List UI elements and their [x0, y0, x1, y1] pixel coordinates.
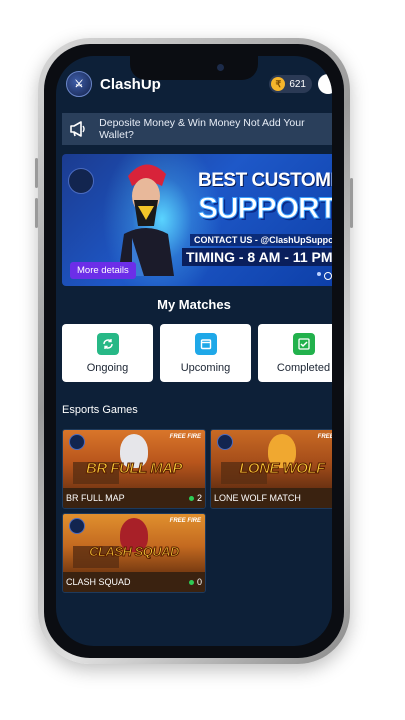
- tab-upcoming[interactable]: Upcoming: [160, 324, 251, 382]
- game-logo: [69, 518, 85, 534]
- my-matches-title: My Matches: [157, 297, 231, 312]
- game-art: FREE FIRE BR FULL MAP: [63, 430, 205, 488]
- free-fire-logo: FREE FIRE: [169, 434, 201, 440]
- banner-timing: TIMING - 8 AM - 11 PM: [182, 248, 332, 266]
- player-count: 0: [188, 577, 202, 587]
- online-dot-icon: [188, 495, 194, 501]
- banner-subheadline: SUPPORT: [197, 192, 332, 226]
- tab-completed[interactable]: Completed: [258, 324, 332, 382]
- phone-frame: ⚔ ClashUp ₹ 621 Deposite Money & Win Mon…: [35, 38, 353, 664]
- tab-label: Upcoming: [180, 361, 231, 374]
- game-name: CLASH SQUAD: [66, 577, 131, 587]
- game-footer: BR FULL MAP 2: [63, 488, 205, 508]
- game-art-title: CLASH SQUAD: [89, 544, 180, 560]
- game-footer: LONE WOLF MATCH: [211, 488, 332, 508]
- game-card-clash-squad[interactable]: FREE FIRE CLASH SQUAD CLASH SQUAD 0: [62, 513, 206, 593]
- more-details-button[interactable]: More details: [70, 262, 136, 279]
- count-value: 0: [196, 577, 202, 587]
- calendar-icon: [194, 332, 217, 355]
- app-logo[interactable]: ⚔: [66, 71, 92, 97]
- carousel-dot-active[interactable]: [324, 272, 332, 280]
- game-name: BR FULL MAP: [66, 493, 125, 503]
- free-fire-logo: FREE FIRE: [317, 434, 332, 440]
- app-screen: ⚔ ClashUp ₹ 621 Deposite Money & Win Mon…: [56, 56, 332, 646]
- game-logo: [69, 434, 85, 450]
- check-icon: [292, 332, 315, 355]
- esports-title: Esports Games: [62, 404, 138, 416]
- player-count: 2: [188, 493, 202, 503]
- game-name: LONE WOLF MATCH: [214, 493, 301, 503]
- volume-up-button: [35, 158, 38, 188]
- game-logo: [217, 434, 233, 450]
- notice-text: Deposite Money & Win Money Not Add Your …: [99, 117, 305, 141]
- banner-contact: CONTACT US - @ClashUpSupport: [190, 234, 332, 246]
- megaphone-icon: [68, 119, 87, 139]
- camera-icon: [217, 64, 224, 71]
- power-button: [350, 178, 353, 228]
- phone-bezel: ⚔ ClashUp ₹ 621 Deposite Money & Win Mon…: [44, 44, 344, 658]
- volume-down-button: [35, 198, 38, 228]
- match-tabs: Ongoing Upcoming Completed: [62, 324, 332, 382]
- game-card-lone-wolf[interactable]: FREE FIRE LONE WOLF LONE WOLF MATCH: [210, 429, 332, 509]
- refresh-icon: [96, 332, 119, 355]
- carousel-dot[interactable]: [317, 272, 321, 276]
- tab-ongoing[interactable]: Ongoing: [62, 324, 153, 382]
- banner-headline: BEST CUSTOMER: [198, 170, 332, 191]
- avatar[interactable]: [318, 74, 332, 94]
- carousel-indicator[interactable]: [317, 272, 332, 280]
- free-fire-logo: FREE FIRE: [169, 518, 201, 524]
- game-art-title: LONE WOLF: [239, 460, 326, 478]
- game-art: FREE FIRE LONE WOLF: [211, 430, 332, 488]
- notice-banner[interactable]: Deposite Money & Win Money Not Add Your …: [62, 113, 332, 145]
- online-dot-icon: [188, 579, 194, 585]
- notch: [130, 56, 258, 80]
- tab-label: Completed: [276, 361, 331, 374]
- coin-icon: ₹: [271, 77, 286, 91]
- count-value: 2: [196, 493, 202, 503]
- game-art: FREE FIRE CLASH SQUAD: [63, 514, 205, 572]
- banner-logo: [68, 168, 94, 194]
- character-illustration: [118, 164, 174, 276]
- game-footer: CLASH SQUAD 0: [63, 572, 205, 592]
- coin-count: 621: [289, 78, 306, 90]
- promo-banner[interactable]: BEST CUSTOMER SUPPORT CONTACT US - @Clas…: [62, 154, 332, 286]
- tab-label: Ongoing: [86, 361, 129, 374]
- coin-balance[interactable]: ₹ 621: [269, 75, 312, 93]
- game-card-br-full-map[interactable]: FREE FIRE BR FULL MAP BR FULL MAP 2: [62, 429, 206, 509]
- game-art-title: BR FULL MAP: [86, 460, 183, 478]
